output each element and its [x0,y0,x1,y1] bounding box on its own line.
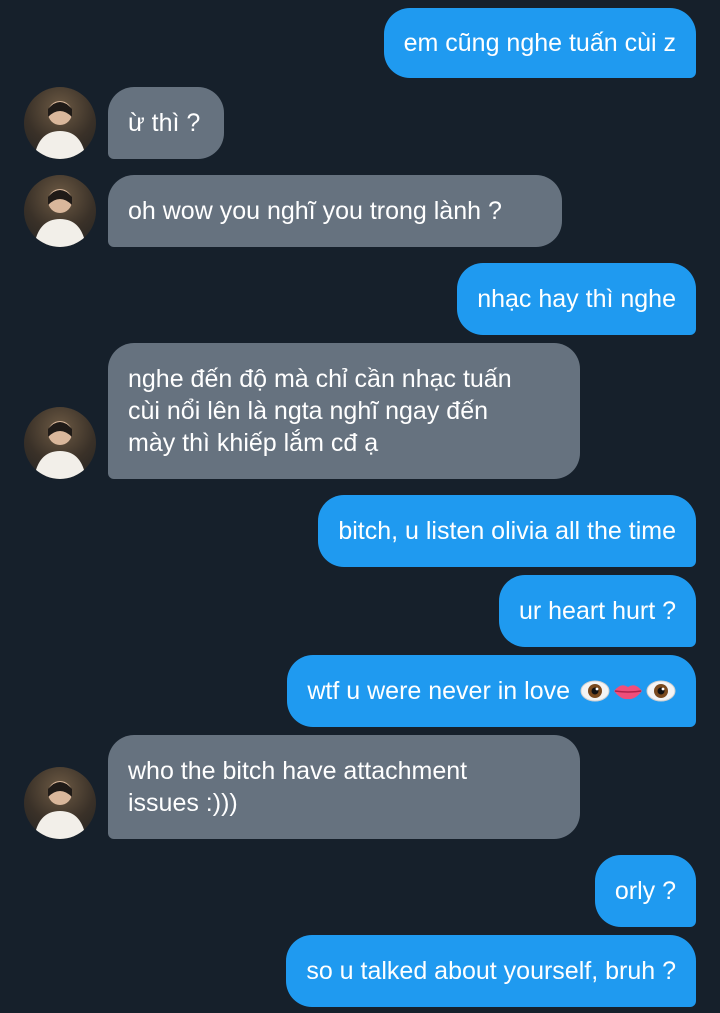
message-text: oh wow you nghĩ you trong lành ? [128,197,502,225]
message-text: ừ thì ? [128,109,201,137]
message-bubble-outgoing[interactable]: bitch, u listen olivia all the time [318,495,696,567]
message-bubble-incoming[interactable]: ừ thì ? [108,87,224,159]
emoji-group [578,678,676,704]
message-bubble-incoming[interactable]: nghe đến độ mà chỉ cần nhạc tuấn cùi nổi… [108,343,580,479]
avatar-photo-icon [34,189,86,247]
message-bubble-outgoing[interactable]: so u talked about yourself, bruh ? [286,935,696,1007]
avatar-photo-icon [34,101,86,159]
contact-avatar[interactable] [24,175,96,247]
message-text-line: who the bitch have attachment [128,757,468,785]
avatar-photo-icon [34,781,86,839]
message-text: nhạc hay thì nghe [477,285,676,313]
contact-avatar[interactable] [24,767,96,839]
lips-emoji-icon [614,685,642,700]
message-text: ur heart hurt ? [518,597,676,625]
message-bubble-outgoing[interactable]: orly ? [594,855,696,927]
message-bubble-outgoing[interactable]: ur heart hurt ? [498,575,696,647]
message-bubble-incoming[interactable]: oh wow you nghĩ you trong lành ? [108,175,562,247]
message-bubble-incoming[interactable]: who the bitch have attachment issues :))… [108,735,580,839]
chat-thread[interactable]: em cũng nghe tuấn cùi z ừ thì ? oh wow y… [0,0,720,1013]
message-text-line: mày thì khiếp lắm cđ ạ [128,429,379,457]
contact-avatar[interactable] [24,407,96,479]
message-text-line: cùi nổi lên là ngta nghĩ ngay đến [128,397,488,425]
message-text-line: issues :))) [128,789,238,817]
message-text: so u talked about yourself, bruh ? [306,957,676,985]
eye-emoji-icon [646,680,676,702]
message-text: em cũng nghe tuấn cùi z [403,29,676,57]
eye-emoji-icon [580,680,610,702]
message-text: wtf u were never in love [307,677,570,705]
message-text-line: nghe đến độ mà chỉ cần nhạc tuấn [128,365,512,393]
contact-avatar[interactable] [24,87,96,159]
message-bubble-outgoing[interactable]: em cũng nghe tuấn cùi z [383,8,696,78]
message-bubble-outgoing[interactable]: wtf u were never in love [287,655,696,727]
message-text: bitch, u listen olivia all the time [338,517,676,545]
avatar-photo-icon [34,421,86,479]
message-text: orly ? [614,877,676,905]
message-bubble-outgoing[interactable]: nhạc hay thì nghe [457,263,696,335]
